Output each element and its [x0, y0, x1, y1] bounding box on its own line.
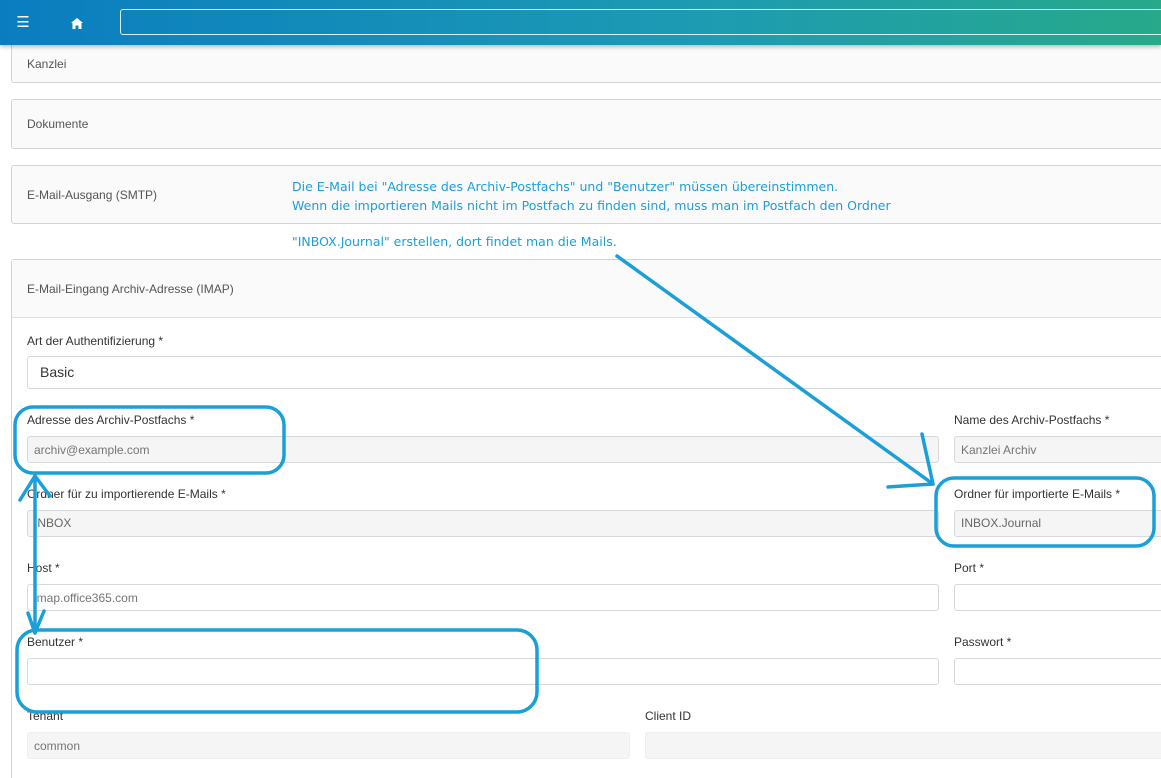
host-input[interactable]	[27, 584, 939, 611]
mailbox-name-input[interactable]	[954, 436, 1161, 463]
section-smtp-title: E-Mail-Ausgang (SMTP)	[27, 187, 158, 202]
mailbox-name-label: Name des Archiv-Postfachs *	[954, 413, 1110, 427]
section-imap-title: E-Mail-Eingang Archiv-Adresse (IMAP)	[27, 281, 234, 296]
auth-select[interactable]: Basic	[27, 356, 1161, 389]
annotation-line-1: Die E-Mail bei "Adresse des Archiv-Postf…	[292, 179, 839, 194]
password-input[interactable]	[954, 658, 1161, 685]
auth-label: Art der Authentifizierung *	[27, 334, 164, 348]
client-id-label: Client ID	[645, 709, 692, 723]
client-id-input[interactable]	[645, 732, 1161, 759]
section-smtp[interactable]: E-Mail-Ausgang (SMTP)	[11, 165, 1161, 224]
host-label: Host *	[27, 561, 60, 575]
section-dokumente[interactable]: Dokumente	[11, 99, 1161, 149]
tenant-label: Tenant	[27, 709, 64, 723]
section-dokumente-title: Dokumente	[27, 117, 89, 131]
section-kanzlei-title: Kanzlei	[27, 57, 67, 71]
address-input[interactable]	[27, 436, 939, 463]
imported-folder-input[interactable]: INBOX.Journal	[954, 510, 1161, 537]
top-navbar: ☰	[0, 0, 1161, 45]
section-imap-header[interactable]: E-Mail-Eingang Archiv-Adresse (IMAP)	[12, 260, 1161, 318]
user-label: Benutzer *	[27, 635, 84, 649]
annotation-line-2: Wenn die importieren Mails nicht im Post…	[292, 198, 891, 213]
import-folder-input[interactable]: INBOX	[27, 510, 939, 537]
user-input[interactable]	[27, 658, 939, 685]
search-input[interactable]	[120, 9, 1161, 35]
port-input[interactable]	[954, 584, 1161, 611]
password-label: Passwort *	[954, 635, 1012, 649]
tenant-input[interactable]	[27, 732, 630, 759]
imported-folder-label: Ordner für importierte E-Mails *	[954, 487, 1121, 501]
address-label: Adresse des Archiv-Postfachs *	[27, 413, 195, 427]
import-folder-label: Ordner für zu importierende E-Mails *	[27, 487, 226, 501]
menu-icon[interactable]: ☰	[12, 12, 34, 34]
port-label: Port *	[954, 561, 985, 575]
annotation-line-3: "INBOX.Journal" erstellen, dort findet m…	[292, 234, 617, 249]
home-icon[interactable]	[66, 12, 88, 34]
